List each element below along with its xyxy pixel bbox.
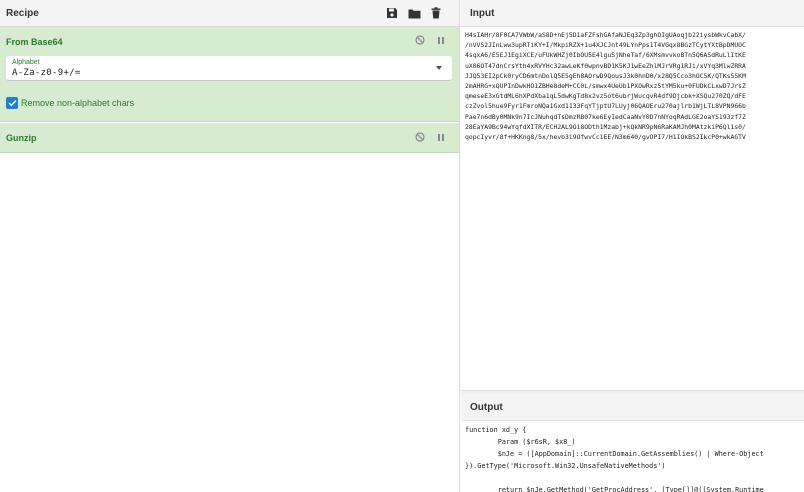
input-line: JJQ53EI2pCk0ryCD6mtnDolQ5E5gEh8AOrwD9Qou… xyxy=(465,71,746,80)
input-textarea[interactable]: H4sIAHr/8F0CA7VWbW/aS8D+nEj5D1aFZFshGAfa… xyxy=(465,30,804,142)
disable-icon[interactable] xyxy=(414,131,426,143)
remove-non-alphabet-checkbox-row[interactable]: Remove non-alphabet chars xyxy=(6,97,134,109)
input-line: czZvol5hue9Fyr1FmroNQa1Gxd1133FqYTjptU7L… xyxy=(465,102,746,111)
input-pane: Input H4sIAHr/8F0CA7VWbW/aS8D+nEj5D1aFZF… xyxy=(461,0,804,390)
recipe-title: Recipe xyxy=(6,7,39,19)
output-line: $nJe = ([AppDomain]::CurrentDomain.GetAs… xyxy=(465,450,764,458)
operation-title: Gunzip xyxy=(6,133,37,143)
input-header: Input xyxy=(461,0,804,27)
input-line: 28EaYA9Bc94wYqfdXITR/ECH2AL9Oi8ODth1Mzab… xyxy=(465,122,746,131)
recipe-pane: Recipe From Base64 Alphabet A-Za-z0-9+/=… xyxy=(0,0,460,492)
input-line: qopcIyvr/8f+HKKng8/5x/hevb3i9OfwvCc1EE/N… xyxy=(465,133,746,142)
remove-non-alphabet-label: Remove non-alphabet chars xyxy=(21,98,135,108)
folder-icon[interactable] xyxy=(407,6,421,20)
operation-controls xyxy=(414,34,447,46)
operation-controls xyxy=(414,131,447,143)
input-line: uX06OT47dnCrsYth4xRVYHc32awLeKf0wpnvBD1K… xyxy=(465,61,746,70)
remove-non-alphabet-checkbox[interactable] xyxy=(6,97,18,109)
recipe-header: Recipe xyxy=(0,0,459,27)
output-line: }).GetType('Microsoft.Win32.UnsafeNative… xyxy=(465,462,666,470)
input-line: 4sqxA6/E5EJ1EgiXCE/uFUkWHZj0IbOU5E4lguSj… xyxy=(465,51,746,60)
output-line: function xd_y { xyxy=(465,426,527,434)
input-line: Pae7n6dBy0MNk9n7IcJNuhqdTsDmzRB07ke6EyIe… xyxy=(465,112,746,121)
output-line: Param ($r6sR, $x8_) xyxy=(465,438,576,446)
save-icon[interactable] xyxy=(385,6,399,20)
output-header: Output xyxy=(461,394,804,421)
trash-icon[interactable] xyxy=(429,6,443,20)
output-title: Output xyxy=(470,401,503,413)
input-line: /nVVS2JInLww3upRTiKY+I/MkpiRZX+1u4XJCJnt… xyxy=(465,41,746,50)
output-line: return $nJe.GetMethod('GetProcAddress', … xyxy=(465,486,764,492)
alphabet-value: A-Za-z0-9+/= xyxy=(12,68,81,78)
output-textarea[interactable]: function xd_y { Param ($r6sR, $x8_) $nJe… xyxy=(465,424,804,492)
pause-icon[interactable] xyxy=(435,34,447,46)
alphabet-label: Alphabet xyxy=(12,59,40,66)
pause-icon[interactable] xyxy=(435,131,447,143)
input-line: 2mAHRG+xQUPInDwkHO1ZBHe8deM+CC0L/smwx4Ue… xyxy=(465,82,746,91)
recipe-toolbar xyxy=(385,6,453,20)
operation-from-base64[interactable]: From Base64 Alphabet A-Za-z0-9+/= Remove… xyxy=(0,27,459,122)
operation-title: From Base64 xyxy=(6,37,63,47)
alphabet-select[interactable]: Alphabet A-Za-z0-9+/= xyxy=(6,56,452,81)
output-pane: Output function xd_y { Param ($r6sR, $x8… xyxy=(461,394,804,492)
input-title: Input xyxy=(470,7,495,19)
operation-gunzip[interactable]: Gunzip xyxy=(0,123,459,153)
input-line: H4sIAHr/8F0CA7VWbW/aS8D+nEj5D1aFZFshGAfa… xyxy=(465,31,746,39)
disable-icon[interactable] xyxy=(414,34,426,46)
input-line: qmeseE3xGtdML6hXPdXba1qL5dwKgTd8x2vz5ot6… xyxy=(465,92,746,101)
dropdown-arrow-icon[interactable] xyxy=(436,66,442,70)
